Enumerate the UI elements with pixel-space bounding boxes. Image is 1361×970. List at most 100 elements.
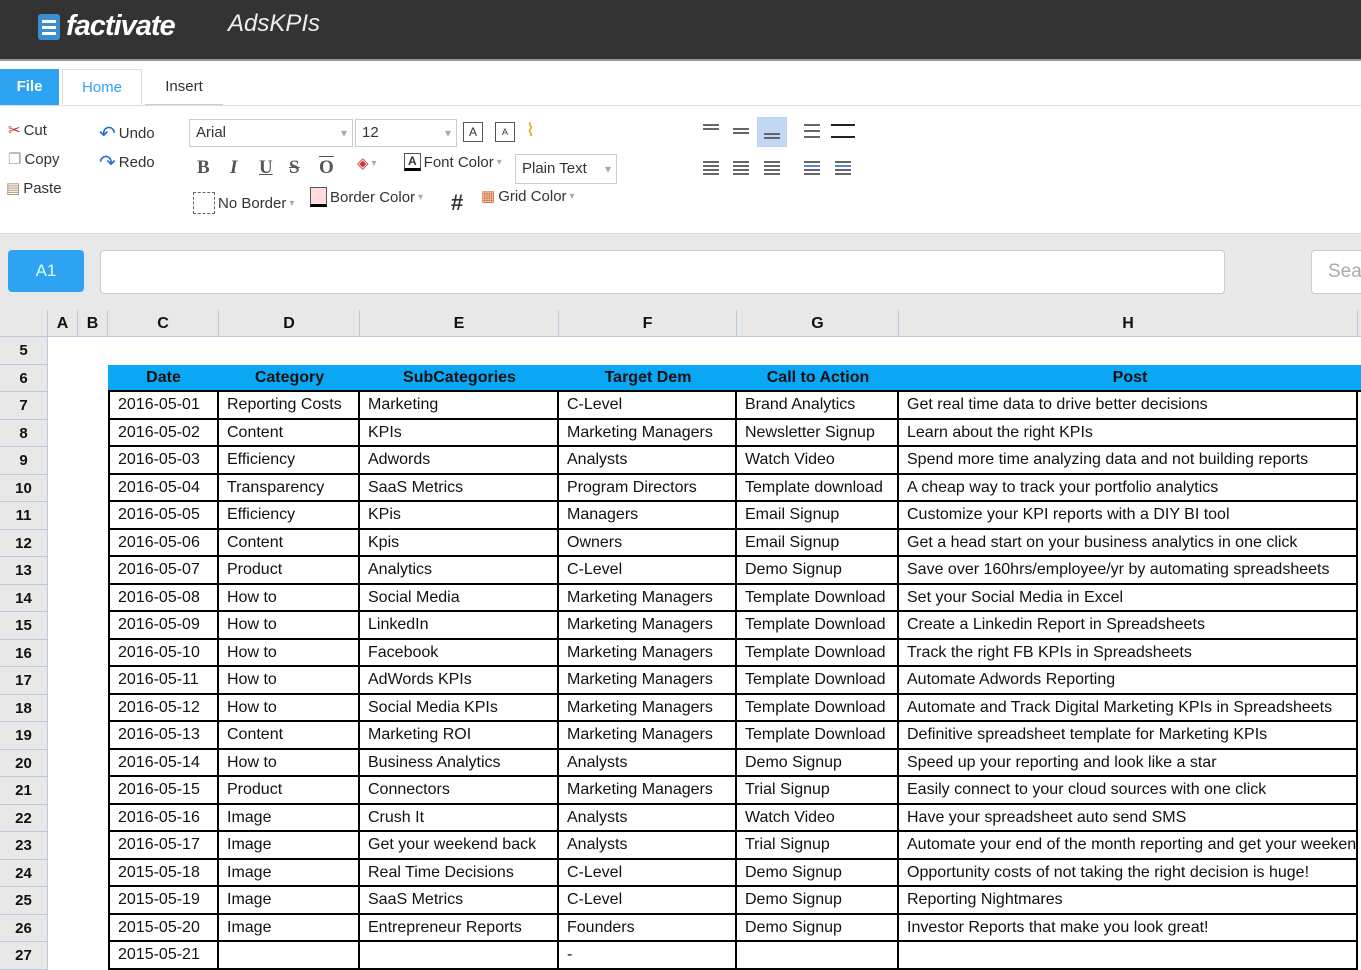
table-cell[interactable]: Analysts (559, 832, 737, 860)
table-cell[interactable]: How to (219, 667, 360, 695)
table-cell[interactable]: C-Level (559, 860, 737, 888)
table-cell[interactable]: Template Download (737, 667, 899, 695)
table-cell[interactable]: Managers (559, 502, 737, 530)
table-cell[interactable]: Owners (559, 530, 737, 558)
row-header[interactable]: 5 (0, 337, 48, 365)
table-cell[interactable]: Efficiency (219, 502, 360, 530)
table-cell[interactable]: Learn about the right KPIs (899, 420, 1358, 448)
table-cell[interactable]: Content (219, 722, 360, 750)
indent-decrease-icon[interactable] (804, 161, 820, 175)
table-cell[interactable]: Product (219, 557, 360, 585)
table-cell[interactable]: Facebook (360, 640, 559, 668)
table-cell[interactable]: 2016-05-08 (108, 585, 219, 613)
column-header-g[interactable]: G (737, 310, 899, 337)
table-cell[interactable]: Marketing Managers (559, 420, 737, 448)
align-left-icon[interactable] (703, 161, 719, 175)
row-header[interactable]: 21 (0, 777, 48, 805)
table-cell[interactable]: 2016-05-04 (108, 475, 219, 503)
table-cell[interactable]: Analytics (360, 557, 559, 585)
table-cell[interactable]: Marketing Managers (559, 640, 737, 668)
table-cell[interactable]: Get real time data to drive better decis… (899, 392, 1358, 420)
undo-button[interactable]: ↶Undo (99, 121, 155, 146)
increase-font-icon[interactable]: A (463, 122, 483, 142)
column-header-h[interactable]: H (899, 310, 1358, 337)
search-input[interactable]: Search (1311, 250, 1361, 294)
table-cell[interactable]: Get a head start on your business analyt… (899, 530, 1358, 558)
row-header[interactable]: 14 (0, 585, 48, 613)
table-cell[interactable]: SaaS Metrics (360, 475, 559, 503)
table-cell[interactable]: Crush It (360, 805, 559, 833)
table-cell[interactable]: Analysts (559, 805, 737, 833)
copy-button[interactable]: ❐Copy (8, 150, 59, 168)
clear-format-broom-icon[interactable]: ⌇ (526, 120, 535, 141)
row-header[interactable]: 25 (0, 887, 48, 915)
table-cell[interactable]: Marketing Managers (559, 722, 737, 750)
table-cell[interactable]: Product (219, 777, 360, 805)
table-cell[interactable]: Template Download (737, 585, 899, 613)
table-cell[interactable]: How to (219, 612, 360, 640)
italic-icon[interactable]: I (230, 157, 237, 179)
align-bottom-button[interactable] (757, 117, 787, 147)
bold-icon[interactable]: B (197, 157, 210, 179)
table-cell[interactable]: 2015-05-18 (108, 860, 219, 888)
table-cell[interactable]: 2015-05-21 (108, 942, 219, 970)
table-cell[interactable]: Image (219, 860, 360, 888)
table-cell[interactable] (899, 942, 1358, 970)
table-cell[interactable]: Email Signup (737, 530, 899, 558)
table-cell[interactable]: 2016-05-14 (108, 750, 219, 778)
wrap-text-icon[interactable] (804, 124, 820, 138)
table-cell[interactable]: Template Download (737, 640, 899, 668)
merge-cells-icon[interactable] (831, 124, 855, 138)
table-cell[interactable]: 2016-05-15 (108, 777, 219, 805)
row-header[interactable]: 16 (0, 640, 48, 668)
table-cell[interactable]: 2016-05-02 (108, 420, 219, 448)
column-header-f[interactable]: F (559, 310, 737, 337)
table-cell[interactable]: Automate Adwords Reporting (899, 667, 1358, 695)
table-cell[interactable]: 2016-05-01 (108, 392, 219, 420)
table-cell[interactable]: Connectors (360, 777, 559, 805)
cell-reference[interactable]: A1 (8, 250, 84, 292)
table-cell[interactable]: 2016-05-12 (108, 695, 219, 723)
table-cell[interactable]: Automate your end of the month reporting… (899, 832, 1358, 860)
table-cell[interactable]: Image (219, 805, 360, 833)
table-cell[interactable]: Watch Video (737, 805, 899, 833)
table-cell[interactable]: Social Media KPIs (360, 695, 559, 723)
table-cell[interactable]: Demo Signup (737, 915, 899, 943)
cut-button[interactable]: ✂Cut (8, 121, 47, 139)
table-cell[interactable]: Marketing (360, 392, 559, 420)
table-cell[interactable]: Transparency (219, 475, 360, 503)
table-cell[interactable]: - (559, 942, 737, 970)
table-cell[interactable]: Template Download (737, 695, 899, 723)
table-cell[interactable]: Marketing ROI (360, 722, 559, 750)
table-cell[interactable]: Customize your KPI reports with a DIY BI… (899, 502, 1358, 530)
row-header[interactable]: 27 (0, 942, 48, 970)
table-cell[interactable]: SaaS Metrics (360, 887, 559, 915)
table-cell[interactable]: KPis (360, 502, 559, 530)
table-cell[interactable]: Demo Signup (737, 750, 899, 778)
row-header[interactable]: 23 (0, 832, 48, 860)
table-cell[interactable]: Definitive spreadsheet template for Mark… (899, 722, 1358, 750)
table-cell[interactable]: How to (219, 640, 360, 668)
column-header-d[interactable]: D (219, 310, 360, 337)
table-cell[interactable]: Get your weekend back (360, 832, 559, 860)
table-cell[interactable]: 2016-05-10 (108, 640, 219, 668)
table-cell[interactable]: Easily connect to your cloud sources wit… (899, 777, 1358, 805)
table-cell[interactable]: Marketing Managers (559, 777, 737, 805)
table-cell[interactable]: How to (219, 750, 360, 778)
table-cell[interactable]: Real Time Decisions (360, 860, 559, 888)
table-cell[interactable]: Social Media (360, 585, 559, 613)
overline-icon[interactable]: O (319, 157, 334, 179)
grid-lines-icon[interactable]: # (451, 190, 463, 216)
table-cell[interactable]: Demo Signup (737, 887, 899, 915)
table-cell[interactable]: Program Directors (559, 475, 737, 503)
column-header-e[interactable]: E (360, 310, 559, 337)
row-header[interactable]: 10 (0, 475, 48, 503)
column-header-c[interactable]: C (108, 310, 219, 337)
table-cell[interactable]: Demo Signup (737, 557, 899, 585)
align-middle-icon[interactable] (733, 128, 749, 134)
table-cell[interactable]: Business Analytics (360, 750, 559, 778)
table-cell[interactable] (219, 942, 360, 970)
redo-button[interactable]: ↷Redo (99, 150, 155, 175)
table-cell[interactable]: Track the right FB KPIs in Spreadsheets (899, 640, 1358, 668)
underline-icon[interactable]: U (259, 157, 273, 179)
